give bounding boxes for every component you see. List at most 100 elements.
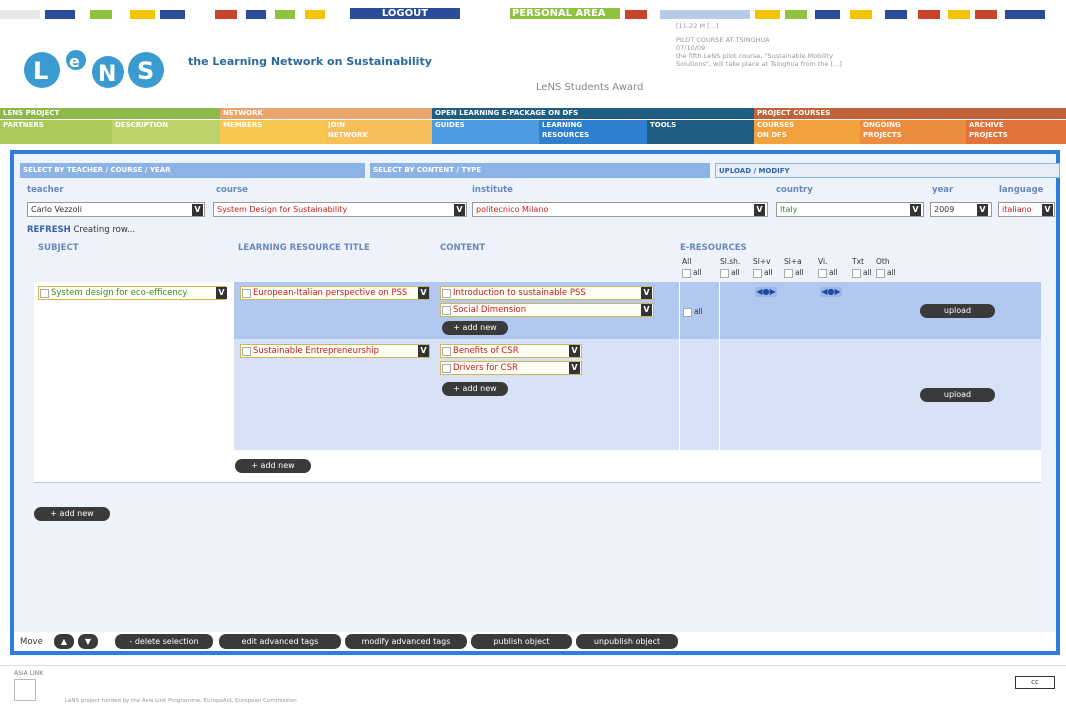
row-1-all-text: all [694,307,703,316]
year-dropdown-icon[interactable]: V [977,204,988,216]
col-txt: Txt [852,257,864,266]
subject-column [34,282,234,450]
add-new-content-button-2[interactable]: + add new [442,382,508,396]
slv-preview-icon[interactable]: ◀●▶ [755,287,777,297]
course-dropdown-icon[interactable]: V [454,204,465,216]
row-1-all-checkbox[interactable] [683,308,692,317]
nav-guides[interactable]: GUIDES [432,120,539,144]
all-text: all [693,268,702,277]
title-2-dropdown-icon[interactable]: V [418,345,429,357]
strip-block [160,10,185,19]
all-checkbox[interactable] [682,269,691,278]
nav-network[interactable]: NETWORK [220,108,432,119]
nav-ongoing-projects[interactable]: ONGOING PROJECTS [860,120,966,144]
content-2-checkbox[interactable] [442,306,451,315]
col-slv: Sl+v [753,257,771,266]
title-item-2[interactable]: Sustainable Entrepreneurship [240,344,430,358]
txt-checkbox[interactable] [852,269,861,278]
unpublish-object-button[interactable]: unpublish object [576,634,678,649]
nav-partners[interactable]: PARTNERS [0,120,112,144]
country-select[interactable]: Italy [776,202,924,217]
title-header: LEARNING RESOURCE TITLE [238,243,370,253]
teacher-select[interactable]: Carlo Vezzoli [27,202,205,217]
nav-lens-project[interactable]: LENS PROJECT [0,108,220,119]
content-1-dropdown-icon[interactable]: V [641,287,652,299]
title-1-checkbox[interactable] [242,289,251,298]
nav-tools[interactable]: TOOLS [647,120,754,144]
students-award-link[interactable]: LeNS Students Award [536,82,643,93]
delete-selection-button[interactable]: - delete selection [115,634,213,649]
language-dropdown-icon[interactable]: V [1042,204,1053,216]
nav-courses-on-dfs[interactable]: COURSES ON DFS [754,120,860,144]
asia-link-logo[interactable]: ASIA LINK [14,670,43,701]
title-1-dropdown-icon[interactable]: V [418,287,429,299]
news-box[interactable]: [11-22 M [...] PILOT COURSE AT TSINGHUA … [676,22,856,68]
txt-all-text: all [863,268,872,277]
logout-button[interactable]: LOGOUT [350,8,460,19]
oth-checkbox[interactable] [876,269,885,278]
content-item-3[interactable]: Benefits of CSR [440,344,582,358]
upload-button-2[interactable]: upload [920,388,995,402]
content-4-dropdown-icon[interactable]: V [569,362,580,374]
content-item-2[interactable]: Social Dimension [440,303,654,317]
teacher-dropdown-icon[interactable]: V [192,204,203,216]
vi-preview-icon[interactable]: ◀●▶ [820,287,842,297]
news-text: the fifth LeNS pilot course, "Sustainabl… [676,52,842,68]
svg-text:L: L [33,57,48,85]
personal-area-button[interactable]: PERSONAL AREA [510,8,620,19]
course-select[interactable]: System Design for Sustainability [213,202,467,217]
subject-dropdown-icon[interactable]: V [216,287,227,299]
join-label: JOIN [328,121,346,129]
move-up-button[interactable]: ▲ [54,634,74,649]
upload-modify-tab[interactable]: UPLOAD / MODIFY [715,163,1060,178]
strip-block [130,10,155,19]
content-2-dropdown-icon[interactable]: V [641,304,652,316]
subject-header: SUBJECT [38,243,79,253]
lens-logo[interactable]: L e N S [20,50,180,93]
strip-block [918,10,940,19]
nav-archive-projects[interactable]: ARCHIVE PROJECTS [966,120,1066,144]
column-divider [679,282,680,450]
nav-project-courses[interactable]: PROJECT COURSES [754,108,1066,119]
edit-advanced-tags-button[interactable]: edit advanced tags [219,634,341,649]
refresh-link[interactable]: REFRESH [27,225,71,235]
slsh-checkbox[interactable] [720,269,729,278]
content-1-checkbox[interactable] [442,289,451,298]
nav-join-network[interactable]: JOIN NETWORK [325,120,432,144]
vi-checkbox[interactable] [818,269,827,278]
col-vi: Vi. [818,257,828,266]
slv-checkbox[interactable] [753,269,762,278]
projects2-label: PROJECTS [969,131,1008,139]
strip-block [785,10,807,19]
select-by-content-tab[interactable]: SELECT BY CONTENT / TYPE [370,163,710,178]
institute-select[interactable]: politecnico Milano [472,202,768,217]
content-3-dropdown-icon[interactable]: V [569,345,580,357]
add-new-content-button-1[interactable]: + add new [442,321,508,335]
institute-dropdown-icon[interactable]: V [754,204,765,216]
sla-checkbox[interactable] [784,269,793,278]
add-new-title-button[interactable]: + add new [235,459,311,473]
nav-learning-resources[interactable]: LEARNING RESOURCES [539,120,647,144]
subject-checkbox[interactable] [40,289,49,298]
title-item-1[interactable]: European-Italian perspective on PSS [240,286,430,300]
upload-button-1[interactable]: upload [920,304,995,318]
content-item-4[interactable]: Drivers for CSR [440,361,582,375]
nav-description[interactable]: DESCRIPTION [112,120,220,144]
content-3-checkbox[interactable] [442,347,451,356]
teacher-label: teacher [27,185,64,195]
subject-item[interactable]: System design for eco-efficency [38,286,226,300]
nav-members[interactable]: MEMBERS [220,120,325,144]
creative-commons-icon[interactable]: cc [1015,676,1055,689]
nav-open-learning[interactable]: OPEN LEARNING E-PACKAGE ON DFS [432,108,754,119]
add-new-subject-button[interactable]: + add new [34,507,110,521]
publish-object-button[interactable]: publish object [471,634,572,649]
strip-block [948,10,970,19]
e-resources-header: E-RESOURCES [680,243,747,253]
move-down-button[interactable]: ▼ [78,634,98,649]
select-by-teacher-tab[interactable]: SELECT BY TEACHER / COURSE / YEAR [20,163,365,178]
country-dropdown-icon[interactable]: V [910,204,921,216]
content-item-1[interactable]: Introduction to sustainable PSS [440,286,654,300]
content-4-checkbox[interactable] [442,364,451,373]
modify-advanced-tags-button[interactable]: modify advanced tags [345,634,467,649]
title-2-checkbox[interactable] [242,347,251,356]
